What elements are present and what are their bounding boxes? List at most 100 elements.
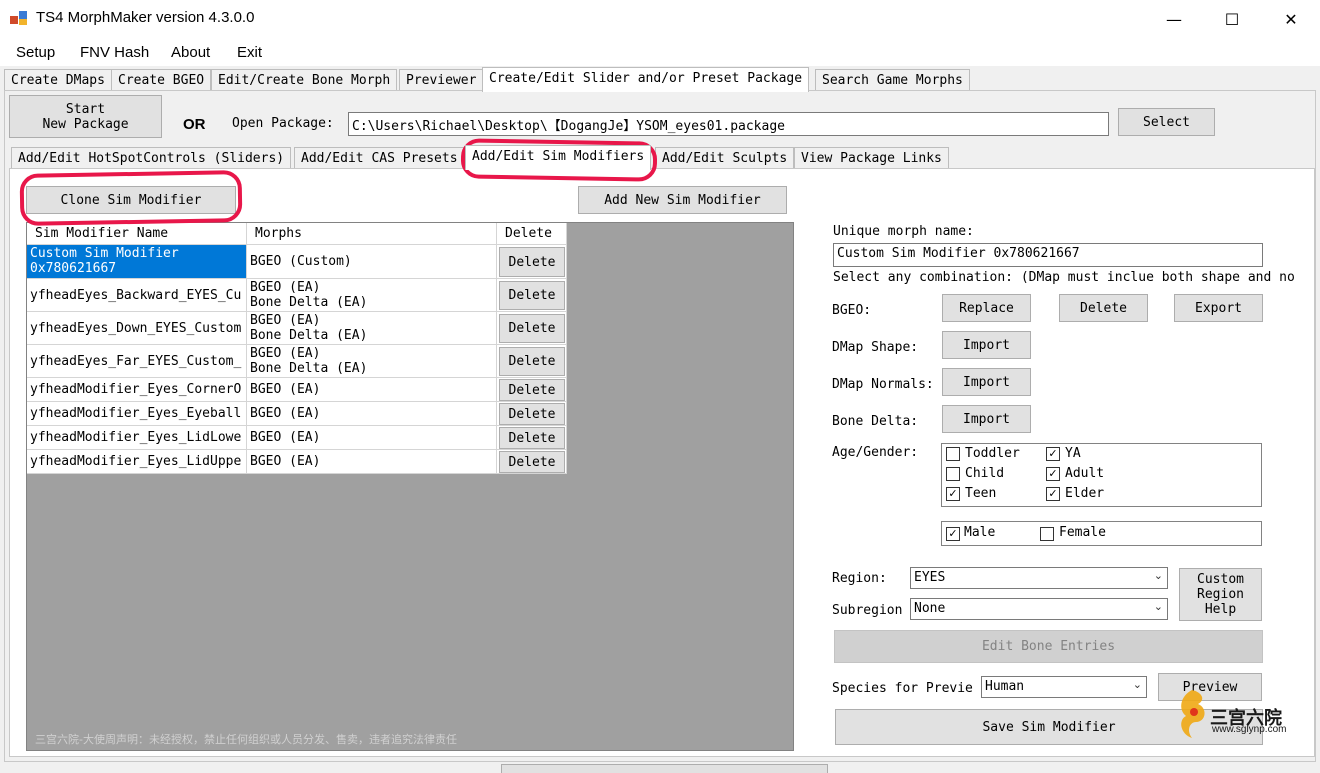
menu-fnv-hash[interactable]: FNV Hash	[80, 44, 149, 61]
watermark-logo-url: www.sglynp.com	[1212, 724, 1287, 735]
select-button[interactable]: Select	[1118, 108, 1215, 136]
checkbox-toddler[interactable]	[946, 447, 960, 461]
bone-delta-import-button[interactable]: Import	[942, 405, 1031, 433]
row-name[interactable]: yfheadModifier_Eyes_LidUppe	[27, 450, 247, 474]
row-morphs[interactable]: BGEO (EA) Bone Delta (EA)	[247, 345, 497, 378]
row-morphs[interactable]: BGEO (EA)	[247, 402, 497, 426]
column-header-delete[interactable]: Delete	[497, 223, 567, 245]
sim-modifier-grid: Sim Modifier Name Morphs Delete Custom S…	[26, 222, 794, 751]
checkbox-child[interactable]	[946, 467, 960, 481]
row-delete-button[interactable]: Delete	[499, 314, 565, 343]
row-name[interactable]: yfheadModifier_Eyes_LidLowe	[27, 426, 247, 450]
tab-edit-create-bone-morph[interactable]: Edit/Create Bone Morph	[211, 69, 398, 91]
species-value: Human	[985, 679, 1025, 694]
row-delete-button[interactable]: Delete	[499, 403, 565, 425]
checkbox-female[interactable]	[1040, 527, 1054, 541]
row-delete-button[interactable]: Delete	[499, 379, 565, 401]
minimize-button[interactable]: —	[1145, 0, 1203, 38]
watermark-notice: 三宫六院-大使周声明：未经授权，禁止任何组织或人员分发、售卖，违者追究法律责任	[35, 733, 457, 746]
species-dropdown[interactable]: Human ⌄	[981, 676, 1147, 698]
subregion-value: None	[914, 601, 946, 616]
dmap-normals-label: DMap Normals:	[832, 377, 934, 392]
dmap-shape-label: DMap Shape:	[832, 340, 919, 355]
bgeo-export-button[interactable]: Export	[1174, 294, 1263, 322]
unique-morph-name-field[interactable]: Custom Sim Modifier 0x780621667	[833, 243, 1263, 267]
menu-about[interactable]: About	[171, 44, 210, 61]
chevron-down-icon: ⌄	[1153, 569, 1163, 582]
window-title: TS4 MorphMaker version 4.3.0.0	[36, 9, 255, 26]
chevron-down-icon: ⌄	[1153, 600, 1163, 613]
row-morphs[interactable]: BGEO (EA) Bone Delta (EA)	[247, 312, 497, 345]
bottom-partial-button[interactable]	[501, 764, 828, 773]
menu-exit[interactable]: Exit	[237, 44, 262, 61]
checkbox-male[interactable]: ✓	[946, 527, 960, 541]
tab-create-edit-slider-package[interactable]: Create/Edit Slider and/or Preset Package	[482, 67, 810, 92]
subtab-hotspot-controls[interactable]: Add/Edit HotSpotControls (Sliders)	[11, 147, 292, 169]
checkbox-elder[interactable]: ✓	[1046, 487, 1060, 501]
row-name[interactable]: yfheadEyes_Backward_EYES_Cu	[27, 279, 247, 312]
dmap-shape-import-button[interactable]: Import	[942, 331, 1031, 359]
tab-previewer[interactable]: Previewer	[399, 69, 484, 91]
row-morphs[interactable]: BGEO (EA)	[247, 450, 497, 474]
checkbox-adult[interactable]: ✓	[1046, 467, 1060, 481]
checkbox-teen[interactable]: ✓	[946, 487, 960, 501]
dmap-normals-import-button[interactable]: Import	[942, 368, 1031, 396]
combination-hint: Select any combination: (DMap must inclu…	[833, 270, 1295, 285]
maximize-button[interactable]: ☐	[1203, 0, 1261, 38]
subtab-view-package-links[interactable]: View Package Links	[794, 147, 949, 169]
region-dropdown[interactable]: EYES ⌄	[910, 567, 1168, 589]
teen-label: Teen	[965, 486, 997, 501]
subregion-label: Subregion	[832, 603, 903, 618]
checkbox-ya[interactable]: ✓	[1046, 447, 1060, 461]
package-path-field[interactable]: C:\Users\Richael\Desktop\【DogangJe】YSOM_…	[348, 112, 1109, 136]
row-name[interactable]: yfheadModifier_Eyes_CornerO	[27, 378, 247, 402]
menu-setup[interactable]: Setup	[16, 44, 55, 61]
row-name[interactable]: yfheadModifier_Eyes_Eyeball	[27, 402, 247, 426]
subtab-sculpts[interactable]: Add/Edit Sculpts	[655, 147, 795, 169]
row-morphs[interactable]: BGEO (Custom)	[247, 245, 497, 279]
tab-create-dmaps[interactable]: Create DMaps	[4, 69, 112, 91]
region-label: Region:	[832, 571, 887, 586]
chevron-down-icon: ⌄	[1132, 678, 1142, 691]
tab-create-bgeo[interactable]: Create BGEO	[111, 69, 212, 91]
toddler-label: Toddler	[965, 446, 1020, 461]
bone-delta-label: Bone Delta:	[832, 414, 919, 429]
elder-label: Elder	[1065, 486, 1105, 501]
row-delete-button[interactable]: Delete	[499, 427, 565, 449]
row-delete-button[interactable]: Delete	[499, 281, 565, 310]
row-morphs[interactable]: BGEO (EA)	[247, 426, 497, 450]
or-label: OR	[183, 116, 206, 133]
bgeo-replace-button[interactable]: Replace	[942, 294, 1031, 322]
subtab-cas-presets[interactable]: Add/Edit CAS Presets	[294, 147, 465, 169]
female-label: Female	[1059, 525, 1106, 540]
column-header-name[interactable]: Sim Modifier Name	[27, 223, 247, 245]
open-package-label: Open Package:	[232, 116, 334, 131]
row-name[interactable]: yfheadEyes_Far_EYES_Custom_	[27, 345, 247, 378]
column-header-morphs[interactable]: Morphs	[247, 223, 497, 245]
male-label: Male	[964, 525, 996, 540]
subregion-dropdown[interactable]: None ⌄	[910, 598, 1168, 620]
row-morphs[interactable]: BGEO (EA)	[247, 378, 497, 402]
region-value: EYES	[914, 570, 946, 585]
adult-label: Adult	[1065, 466, 1105, 481]
close-button[interactable]: ✕	[1262, 0, 1320, 38]
row-delete-button[interactable]: Delete	[499, 347, 565, 376]
row-name[interactable]: Custom Sim Modifier 0x780621667	[27, 245, 247, 279]
subtab-sim-modifiers[interactable]: Add/Edit Sim Modifiers	[465, 145, 652, 170]
edit-bone-entries-button[interactable]: Edit Bone Entries	[834, 630, 1263, 663]
species-label: Species for Previe	[832, 681, 973, 696]
app-icon	[10, 11, 27, 25]
ya-label: YA	[1065, 446, 1081, 461]
watermark-logo-icon	[1181, 690, 1205, 738]
row-morphs[interactable]: BGEO (EA) Bone Delta (EA)	[247, 279, 497, 312]
tab-search-game-morphs[interactable]: Search Game Morphs	[815, 69, 970, 91]
row-delete-button[interactable]: Delete	[499, 451, 565, 473]
bgeo-delete-button[interactable]: Delete	[1059, 294, 1148, 322]
start-new-package-button[interactable]: Start New Package	[9, 95, 162, 138]
bgeo-label: BGEO:	[832, 303, 872, 318]
row-name[interactable]: yfheadEyes_Down_EYES_Custom	[27, 312, 247, 345]
custom-region-help-button[interactable]: Custom Region Help	[1179, 568, 1262, 621]
add-new-sim-modifier-button[interactable]: Add New Sim Modifier	[578, 186, 787, 214]
row-delete-button[interactable]: Delete	[499, 247, 565, 277]
unique-morph-name-label: Unique morph name:	[833, 224, 974, 239]
